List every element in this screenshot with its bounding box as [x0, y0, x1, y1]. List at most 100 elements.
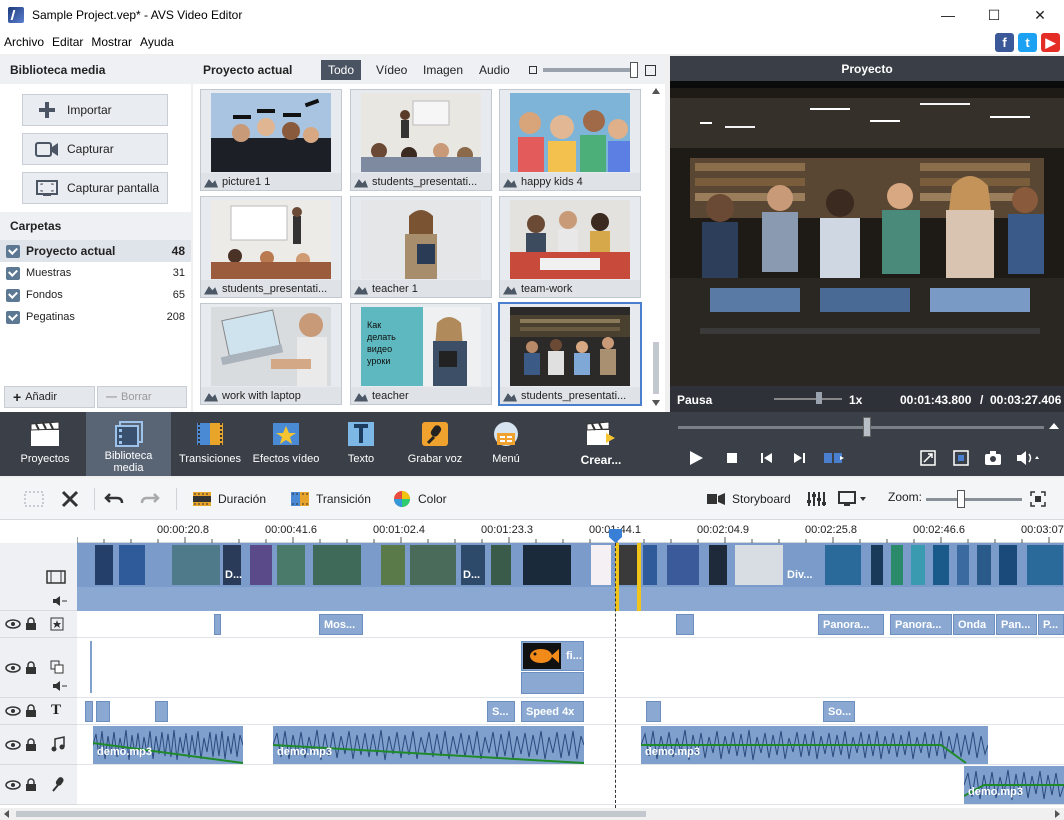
- video-clip[interactable]: [957, 545, 969, 585]
- voice-track[interactable]: demo.mp3: [77, 765, 1064, 805]
- fit-timeline-icon[interactable]: [1030, 491, 1046, 507]
- effect-clip[interactable]: Pan...: [996, 614, 1037, 635]
- video-clip[interactable]: [491, 545, 511, 585]
- menu-archivo[interactable]: Archivo: [0, 35, 48, 49]
- text-track[interactable]: S... Speed 4x So...: [77, 698, 1064, 725]
- audio-mixer-button[interactable]: [806, 490, 832, 508]
- audio-clip[interactable]: demo.mp3: [964, 766, 1064, 804]
- menu-mostrar[interactable]: Mostrar: [87, 35, 136, 49]
- lock-icon[interactable]: [25, 778, 37, 792]
- video-clip[interactable]: [999, 545, 1017, 585]
- create-button[interactable]: Crear...: [570, 412, 632, 476]
- eye-icon[interactable]: [5, 705, 21, 717]
- menu-editar[interactable]: Editar: [48, 35, 87, 49]
- speaker-mute-icon[interactable]: [52, 680, 68, 692]
- seek-bar[interactable]: [678, 426, 1044, 429]
- snapshot-camera-icon[interactable]: [984, 450, 1002, 466]
- overlay-audio-clip[interactable]: [521, 672, 584, 694]
- transition-button[interactable]: Transición: [290, 490, 371, 508]
- undo-button[interactable]: [104, 490, 130, 508]
- media-item[interactable]: students_presentati...: [200, 196, 342, 298]
- media-library-button[interactable]: Biblioteca media: [86, 412, 171, 476]
- record-voice-button[interactable]: Grabar voz: [402, 412, 468, 476]
- text-button[interactable]: Texto: [336, 412, 386, 476]
- capture-screen-button[interactable]: Capturar pantalla: [22, 172, 168, 204]
- filter-video[interactable]: Vídeo: [369, 60, 414, 80]
- next-frame-icon[interactable]: [792, 452, 806, 464]
- aspect-ratio-dropdown[interactable]: [838, 490, 874, 508]
- text-clip[interactable]: [85, 701, 93, 722]
- effect-clip[interactable]: Panora...: [818, 614, 884, 635]
- video-clip[interactable]: [172, 545, 220, 585]
- color-button[interactable]: Color: [392, 490, 447, 508]
- speaker-mute-icon[interactable]: [52, 595, 68, 607]
- projects-button[interactable]: Proyectos: [8, 412, 82, 476]
- close-button[interactable]: ✕: [1017, 0, 1063, 30]
- split-preview-icon[interactable]: [822, 451, 844, 465]
- speed-slider-handle[interactable]: [816, 392, 822, 404]
- media-item[interactable]: picture1 1: [200, 89, 342, 191]
- previous-frame-icon[interactable]: [760, 452, 774, 464]
- folder-stickers[interactable]: Pegatinas 208: [0, 306, 191, 328]
- eye-icon[interactable]: [5, 662, 21, 674]
- thumb-size-handle[interactable]: [630, 62, 638, 78]
- menu-ayuda[interactable]: Ayuda: [136, 35, 178, 49]
- filter-all[interactable]: Todo: [321, 60, 362, 80]
- transitions-button[interactable]: Transiciones: [176, 412, 244, 476]
- zoom-slider-handle[interactable]: [957, 490, 965, 508]
- video-clip[interactable]: Div...: [735, 545, 812, 585]
- media-item-selected[interactable]: students_presentati...: [498, 302, 642, 406]
- text-clip[interactable]: [646, 701, 661, 722]
- large-thumb-icon[interactable]: [645, 65, 656, 76]
- lock-icon[interactable]: [25, 738, 37, 752]
- time-ruler[interactable]: 00:00:20.8 00:00:41.6 00:01:02.4 00:01:2…: [77, 520, 1064, 543]
- video-clip[interactable]: D...: [223, 545, 242, 585]
- effects-track[interactable]: Mos... Panora... Panora... Onda Pan... P…: [77, 611, 1064, 638]
- folder-current-project[interactable]: Proyecto actual 48: [0, 240, 191, 262]
- youtube-icon[interactable]: ▶: [1041, 33, 1060, 52]
- media-item[interactable]: work with laptop: [200, 303, 342, 405]
- video-clip[interactable]: [643, 545, 657, 585]
- text-clip[interactable]: Speed 4x: [521, 701, 584, 722]
- small-thumb-icon[interactable]: [529, 66, 537, 74]
- add-folder-button[interactable]: + Añadir: [4, 386, 95, 408]
- video-clip[interactable]: [95, 545, 113, 585]
- audio-clip[interactable]: demo.mp3: [273, 726, 584, 764]
- lock-icon[interactable]: [25, 704, 37, 718]
- effect-clip[interactable]: Onda: [953, 614, 995, 635]
- video-clip[interactable]: [667, 545, 699, 585]
- thumb-size-slider[interactable]: [543, 68, 635, 72]
- seek-handle[interactable]: [863, 417, 871, 437]
- import-button[interactable]: Importar: [22, 94, 168, 126]
- duration-button[interactable]: Duración: [192, 490, 266, 508]
- music-track[interactable]: demo.mp3 demo.mp3 demo.mp3: [77, 725, 1064, 765]
- playhead-handle[interactable]: [608, 528, 623, 544]
- text-clip[interactable]: So...: [823, 701, 855, 722]
- maximize-button[interactable]: ☐: [971, 0, 1017, 30]
- capture-button[interactable]: Capturar: [22, 133, 168, 165]
- video-clip[interactable]: [891, 545, 903, 585]
- video-clip[interactable]: [250, 545, 272, 585]
- play-icon[interactable]: [688, 450, 704, 466]
- seek-expand-icon[interactable]: [1048, 420, 1060, 432]
- video-effects-button[interactable]: Efectos vídeo: [250, 412, 322, 476]
- twitter-icon[interactable]: t: [1018, 33, 1037, 52]
- video-clip[interactable]: D...: [461, 545, 485, 585]
- lock-icon[interactable]: [25, 661, 37, 675]
- filter-audio[interactable]: Audio: [472, 60, 517, 80]
- speed-slider[interactable]: [774, 398, 842, 400]
- redo-button[interactable]: [140, 490, 166, 508]
- overlay-track[interactable]: fi...: [77, 638, 1064, 698]
- folder-backgrounds[interactable]: Fondos 65: [0, 284, 191, 306]
- audio-clip[interactable]: demo.mp3: [641, 726, 988, 764]
- video-clip[interactable]: [933, 545, 949, 585]
- effect-clip[interactable]: Mos...: [319, 614, 363, 635]
- text-clip[interactable]: S...: [487, 701, 515, 722]
- video-clip[interactable]: [871, 545, 883, 585]
- text-clip[interactable]: [155, 701, 168, 722]
- video-clip[interactable]: [977, 545, 991, 585]
- video-clip[interactable]: [410, 545, 456, 585]
- video-clip[interactable]: [523, 545, 571, 585]
- select-area-button[interactable]: [24, 490, 50, 508]
- media-item[interactable]: team-work: [499, 196, 641, 298]
